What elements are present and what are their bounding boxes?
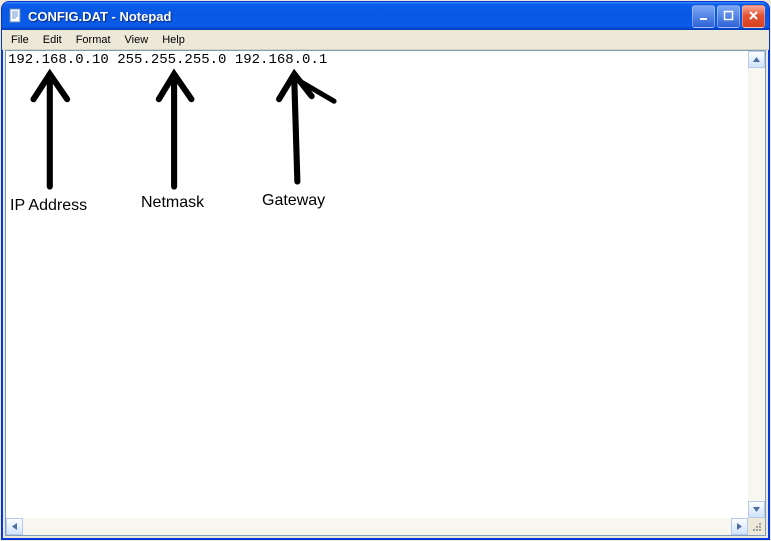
- client-area: 192.168.0.10 255.255.255.0 192.168.0.1 I…: [5, 50, 766, 536]
- menu-bar: File Edit Format View Help: [2, 30, 769, 50]
- hscroll-track[interactable]: [23, 518, 731, 535]
- vertical-scrollbar[interactable]: [748, 51, 765, 518]
- menu-format[interactable]: Format: [69, 32, 118, 48]
- window-title: CONFIG.DAT - Notepad: [28, 9, 692, 24]
- horizontal-scrollbar[interactable]: [6, 518, 748, 535]
- maximize-button[interactable]: [717, 5, 740, 28]
- window-controls: [692, 5, 765, 28]
- notepad-window: CONFIG.DAT - Notepad File Edit Format Vi…: [1, 1, 770, 540]
- menu-file[interactable]: File: [4, 32, 36, 48]
- menu-edit[interactable]: Edit: [36, 32, 69, 48]
- scroll-up-button[interactable]: [748, 51, 765, 68]
- text-editor[interactable]: 192.168.0.10 255.255.255.0 192.168.0.1: [6, 51, 748, 518]
- scroll-down-button[interactable]: [748, 501, 765, 518]
- menu-help[interactable]: Help: [155, 32, 192, 48]
- menu-view[interactable]: View: [118, 32, 156, 48]
- vscroll-track[interactable]: [748, 68, 765, 501]
- title-bar[interactable]: CONFIG.DAT - Notepad: [2, 2, 769, 30]
- resize-grip[interactable]: [748, 518, 765, 535]
- scroll-left-button[interactable]: [6, 518, 23, 535]
- minimize-button[interactable]: [692, 5, 715, 28]
- scroll-right-button[interactable]: [731, 518, 748, 535]
- close-button[interactable]: [742, 5, 765, 28]
- app-icon: [8, 8, 24, 24]
